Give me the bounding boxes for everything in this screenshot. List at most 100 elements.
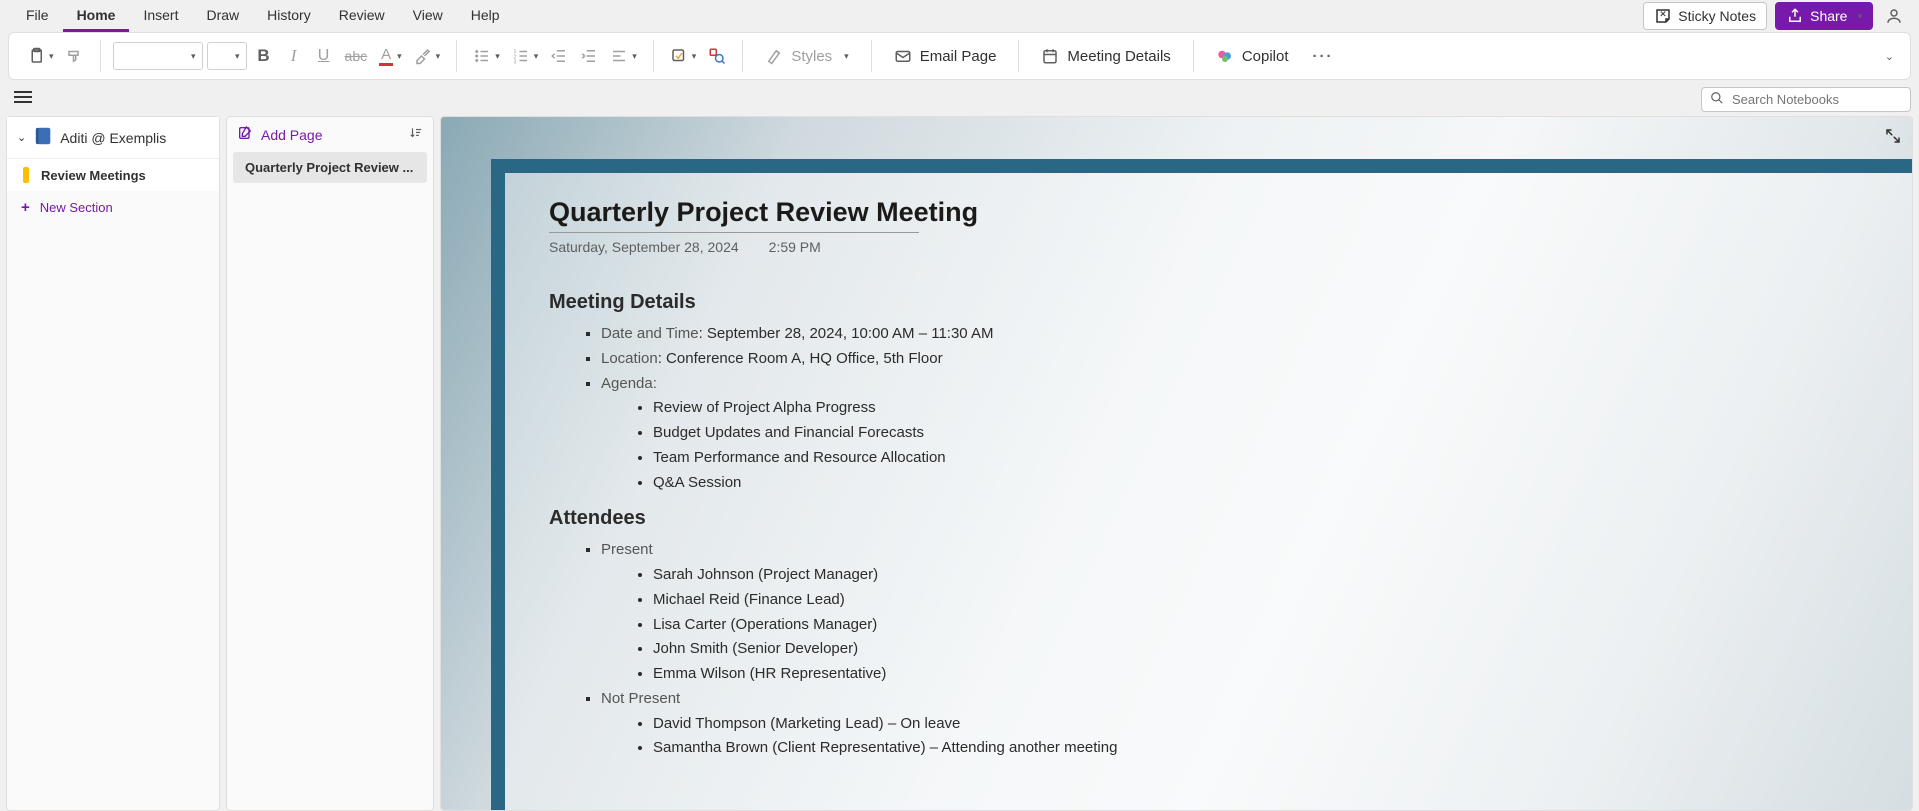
menu-history[interactable]: History [253, 1, 325, 32]
fullscreen-button[interactable] [1884, 127, 1902, 150]
chevron-down-icon: ▾ [844, 51, 849, 62]
list-item: Present Sarah Johnson (Project Manager) … [601, 538, 1269, 687]
page-item[interactable]: Quarterly Project Review ... [233, 152, 427, 183]
menu-review[interactable]: Review [325, 1, 399, 32]
separator [653, 40, 654, 72]
strikethrough-button[interactable]: abc [341, 41, 372, 71]
font-color-button[interactable]: A▾ [375, 41, 406, 71]
chevron-down-icon: ▾ [632, 51, 637, 62]
detail-value: : Conference Room A, HQ Office, 5th Floo… [658, 350, 943, 367]
search-input[interactable] [1732, 92, 1908, 107]
ribbon: ▾ ▾ ▾ B I U abc A▾ ▾ ▾ 123 ▾ [8, 32, 1911, 80]
list-item: David Thompson (Marketing Lead) – On lea… [653, 712, 1269, 737]
underline-button[interactable]: U [311, 41, 337, 71]
page-frame[interactable]: Quarterly Project Review Meeting Saturda… [491, 159, 1912, 810]
add-page-icon [237, 125, 253, 144]
ribbon-clipboard: ▾ [17, 33, 94, 79]
menu-help[interactable]: Help [457, 1, 514, 32]
add-page-button[interactable]: Add Page [237, 125, 323, 144]
collapse-ribbon-button[interactable]: ⌄ [1877, 50, 1902, 63]
sticky-notes-button[interactable]: Sticky Notes [1643, 2, 1767, 30]
email-page-button[interactable]: Email Page [884, 41, 1007, 71]
list-item: Agenda: Review of Project Alpha Progress… [601, 372, 1269, 496]
outdent-button[interactable] [546, 41, 572, 71]
ribbon-meeting-group: Meeting Details [1025, 33, 1186, 79]
menu-view[interactable]: View [399, 1, 457, 32]
list-item: Emma Wilson (HR Representative) [653, 662, 1269, 687]
detail-label: Agenda: [601, 375, 657, 392]
new-section-button[interactable]: + New Section [7, 191, 219, 224]
font-size-combo[interactable]: ▾ [207, 42, 247, 70]
styles-button[interactable]: Styles ▾ [755, 41, 858, 71]
copilot-button[interactable]: Copilot [1206, 41, 1299, 71]
menu-insert[interactable]: Insert [129, 1, 192, 32]
share-button[interactable]: Share ▾ [1775, 2, 1873, 30]
heading-meeting-details: Meeting Details [549, 291, 1269, 314]
italic-button[interactable]: I [281, 41, 307, 71]
ribbon-tags-group: ▾ [660, 33, 737, 79]
notebook-selector[interactable]: ⌄ Aditi @ Exemplis [7, 117, 219, 159]
list-item: Q&A Session [653, 471, 1269, 496]
list-item: Budget Updates and Financial Forecasts [653, 421, 1269, 446]
section-color-swatch [23, 167, 29, 183]
search-notebooks-box[interactable]: ▾ [1701, 87, 1911, 112]
numbering-button[interactable]: 123 ▾ [508, 41, 543, 71]
menu-right: Sticky Notes Share ▾ [1643, 2, 1907, 30]
title-underline [549, 232, 919, 233]
meeting-details-button[interactable]: Meeting Details [1031, 41, 1180, 71]
menu-file[interactable]: File [12, 1, 63, 32]
svg-text:3: 3 [513, 60, 516, 66]
separator [456, 40, 457, 72]
separator [100, 40, 101, 72]
separator [871, 40, 872, 72]
detail-label: Location [601, 350, 658, 367]
chevron-down-icon: ▾ [49, 51, 54, 62]
page-title[interactable]: Quarterly Project Review Meeting [549, 197, 1269, 228]
chevron-down-icon: ⌄ [17, 131, 26, 144]
chevron-down-icon: ▾ [495, 51, 500, 62]
highlight-button[interactable]: ▾ [410, 41, 445, 71]
menu-home[interactable]: Home [63, 1, 130, 32]
add-page-label: Add Page [261, 127, 323, 143]
format-painter-button[interactable] [62, 41, 88, 71]
agenda-list: Review of Project Alpha Progress Budget … [601, 396, 1269, 495]
list-item: Samantha Brown (Client Representative) –… [653, 736, 1269, 761]
chevron-down-icon: ▾ [191, 51, 196, 62]
account-button[interactable] [1881, 3, 1907, 29]
email-page-label: Email Page [920, 48, 997, 65]
sort-pages-button[interactable] [409, 126, 423, 143]
notpresent-list: David Thompson (Marketing Lead) – On lea… [601, 712, 1269, 762]
font-name-combo[interactable]: ▾ [113, 42, 203, 70]
list-item: Michael Reid (Finance Lead) [653, 588, 1269, 613]
navigation-toggle-button[interactable] [14, 90, 32, 109]
menu-bar: File Home Insert Draw History Review Vie… [0, 0, 1919, 32]
section-item[interactable]: Review Meetings [7, 159, 219, 191]
bullets-button[interactable]: ▾ [469, 41, 504, 71]
plus-icon: + [21, 199, 30, 216]
page-time-text: 2:59 PM [769, 239, 821, 255]
attendee-group-label: Not Present [601, 690, 680, 707]
chevron-down-icon: ▾ [534, 51, 539, 62]
menu-draw[interactable]: Draw [192, 1, 253, 32]
paste-button[interactable]: ▾ [23, 41, 58, 71]
indent-button[interactable] [576, 41, 602, 71]
chevron-down-icon: ▾ [235, 51, 240, 62]
content-row: ⌄ Aditi @ Exemplis Review Meetings + New… [0, 116, 1919, 811]
ribbon-copilot-group: Copilot [1200, 33, 1305, 79]
chevron-down-icon: ▾ [436, 51, 441, 62]
details-list: Date and Time: September 28, 2024, 10:00… [549, 322, 1269, 495]
chevron-down-icon: ▾ [1857, 11, 1862, 22]
page-date-text: Saturday, September 28, 2024 [549, 239, 739, 255]
align-button[interactable]: ▾ [606, 41, 641, 71]
heading-attendees: Attendees [549, 507, 1269, 530]
sticky-notes-icon [1654, 7, 1672, 25]
ribbon-font-group: ▾ ▾ B I U abc A▾ ▾ [107, 33, 451, 79]
meeting-details-label: Meeting Details [1067, 48, 1170, 65]
more-options-button[interactable]: ··· [1309, 41, 1338, 71]
tags-button[interactable]: ▾ [666, 41, 701, 71]
bold-button[interactable]: B [251, 41, 277, 71]
list-item: Sarah Johnson (Project Manager) [653, 563, 1269, 588]
menu-left: File Home Insert Draw History Review Vie… [12, 1, 514, 32]
ribbon-email-group: Email Page [878, 33, 1013, 79]
find-tags-button[interactable] [704, 41, 730, 71]
